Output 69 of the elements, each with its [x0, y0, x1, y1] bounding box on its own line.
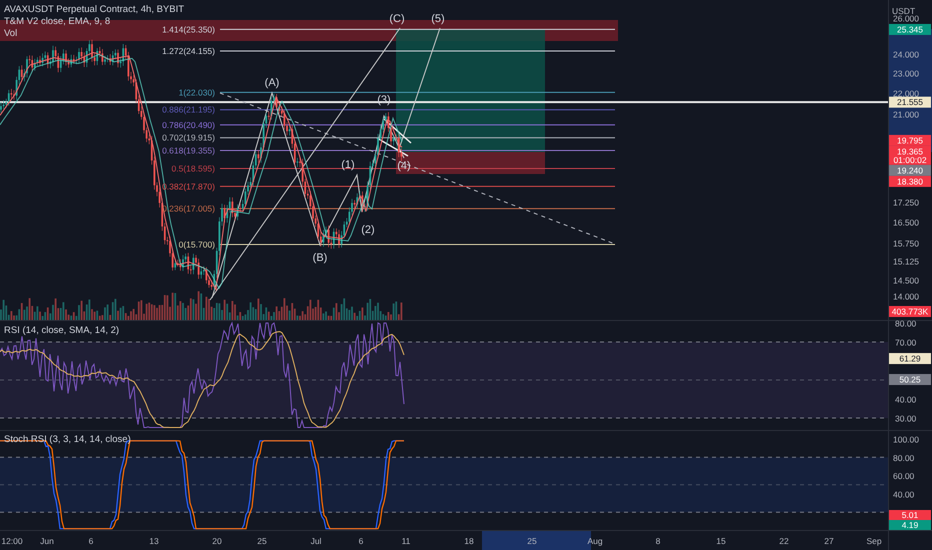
price-axis-label: 23.000 — [893, 68, 919, 79]
time-axis-label: 27 — [824, 536, 834, 546]
time-axis-label: Jul — [310, 536, 322, 546]
time-axis-label: 8 — [656, 536, 660, 546]
time-axis-label: 25 — [257, 536, 267, 546]
fibonacci-level-label: 1.414(25.350) — [162, 24, 215, 34]
stoch-axis-label: 100.00 — [893, 434, 919, 444]
currency-label: USDT — [892, 6, 916, 16]
price-axis-label: 15.125 — [893, 256, 919, 267]
rsi-value-tag: 61.29 — [889, 353, 931, 364]
flag-channel — [376, 118, 412, 157]
price-axis-label: 14.500 — [893, 276, 919, 286]
time-axis-label: Sep — [866, 536, 882, 546]
fibonacci-level-label: 0.786(20.490) — [162, 120, 215, 130]
rsi-axis-label: 80.00 — [895, 318, 916, 328]
fibonacci-level-label: 0.886(21.195) — [162, 104, 215, 115]
price-tag: 21.555 — [889, 96, 931, 108]
time-axis-label: 6 — [358, 536, 364, 546]
price-axis-label: 22.000 — [893, 88, 919, 98]
wave-label: (B) — [312, 252, 328, 264]
stoch-value-tag: 5.01 — [889, 510, 931, 520]
fibonacci-level-label: 0.702(19.915) — [162, 132, 215, 143]
price-axis-label: 16.500 — [893, 218, 919, 228]
price-axis-label: 17.250 — [893, 198, 919, 208]
price-tag: 18.380 — [889, 176, 931, 187]
rsi-value-tag: 50.25 — [889, 374, 931, 386]
time-axis-label: Jun — [40, 536, 54, 546]
time-axis-label: Aug — [587, 536, 603, 546]
fibonacci-level-label: 0.618(19.355) — [162, 146, 215, 156]
price-tag: 19.365 01:00:02 — [889, 146, 931, 165]
time-axis-label: 6 — [88, 536, 94, 546]
time-axis-label: 13 — [149, 536, 159, 546]
price-tag: 25.345 — [889, 24, 931, 35]
wave-label: (C) — [389, 13, 405, 25]
indicator-label: T&M V2 close, EMA, 9, 8 — [4, 16, 110, 27]
stoch-axis-label: 40.00 — [893, 489, 914, 500]
wave-label: (5) — [431, 13, 445, 25]
rsi-title: RSI (14, close, SMA, 14, 2) — [4, 325, 120, 336]
price-axis-label: 15.750 — [893, 238, 919, 249]
fibonacci-level-label: 1(22.030) — [178, 87, 215, 98]
time-axis-label: 18 — [464, 536, 474, 546]
rsi-axis-label: 70.00 — [895, 338, 916, 348]
time-axis-label: 11 — [402, 536, 410, 546]
wave-label: (2) — [361, 224, 375, 236]
time-axis-label: 25 — [527, 536, 537, 546]
time-axis-label: 22 — [779, 536, 789, 546]
price-tag: 19.795 — [889, 134, 931, 146]
symbol-title: AVAXUSDT Perpetual Contract, 4h, BYBIT — [4, 4, 184, 15]
volume-label: Vol — [4, 28, 18, 39]
time-axis-label: 12:00 — [1, 536, 23, 546]
price-axis-label: 26.000 — [893, 14, 919, 24]
fibonacci-level-label: 0.5(18.595) — [172, 164, 215, 174]
rsi-axis-label: 40.00 — [895, 394, 916, 404]
stoch-value-tag: 4.19 — [889, 520, 931, 530]
fibonacci-level-label: 0(15.700) — [178, 240, 215, 250]
price-axis-label: 21.000 — [893, 109, 919, 120]
fibonacci-level-label: 1.272(24.155) — [162, 46, 215, 56]
price-tag: 19.240 — [889, 164, 931, 176]
stoch-axis-label: 60.00 — [893, 471, 914, 482]
price-axis-label: 24.000 — [893, 49, 919, 60]
stoch-axis-label: 80.00 — [893, 452, 914, 463]
rsi-axis-label: 30.00 — [895, 414, 916, 424]
time-axis-label: 20 — [212, 536, 222, 546]
time-axis-label: 15 — [716, 536, 726, 546]
wave-label: (A) — [264, 77, 280, 89]
price-axis-label: 14.000 — [893, 291, 919, 302]
price-tag: 403.773K — [889, 306, 931, 317]
wave-label: (4) — [397, 160, 411, 172]
wave-label: (1) — [341, 159, 355, 171]
